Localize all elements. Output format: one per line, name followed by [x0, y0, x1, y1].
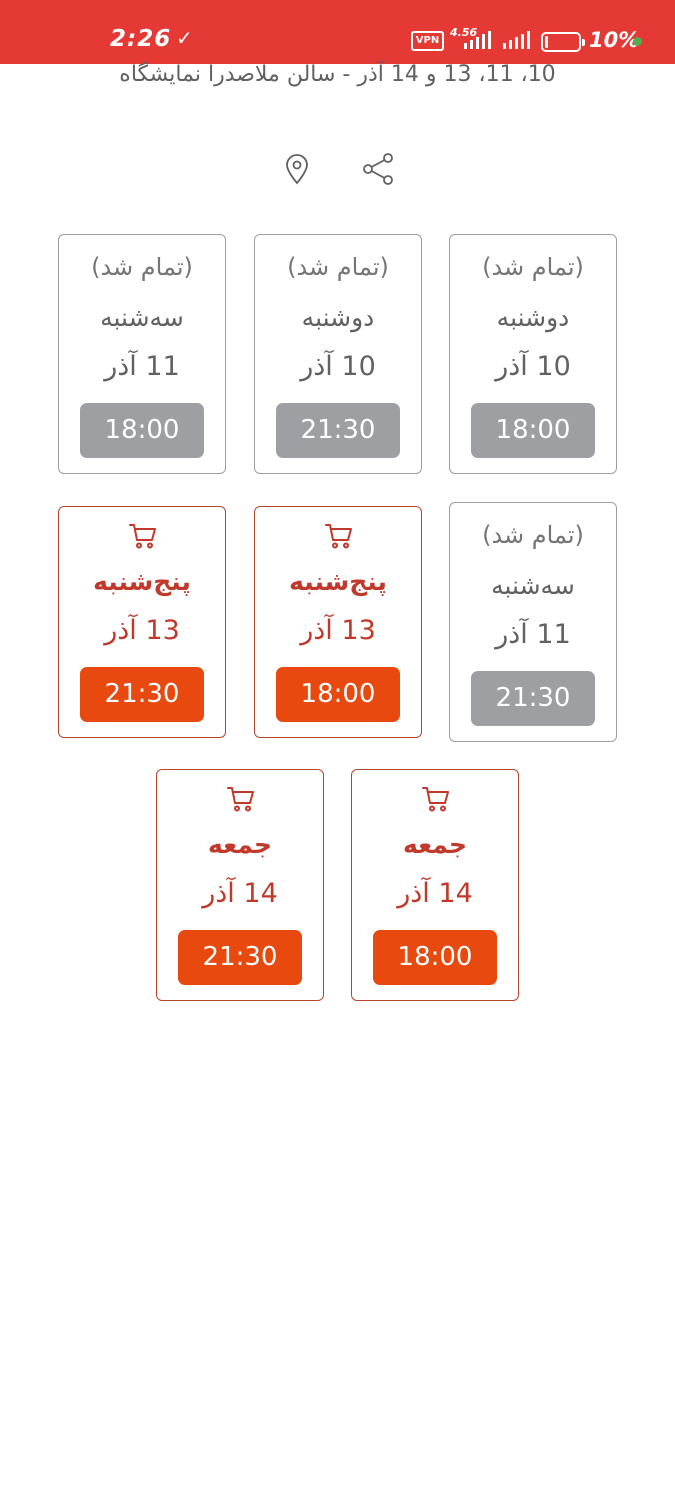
- showtime-day: جمعه: [402, 830, 468, 859]
- location-icon[interactable]: [280, 152, 314, 186]
- showtime-day: سه‌شنبه: [100, 303, 184, 332]
- cart-icon: [324, 521, 354, 551]
- showtime-day: سه‌شنبه: [491, 571, 575, 600]
- sold-out-label: (تمام شد): [482, 253, 584, 281]
- showtime-card[interactable]: جمعه 14 آذر 21:30: [156, 769, 324, 1001]
- showtime-time-button[interactable]: 21:30: [80, 667, 204, 722]
- cart-icon: [128, 521, 158, 551]
- sold-out-label: (تمام شد): [482, 521, 584, 549]
- showtime-date: 13 آذر: [104, 615, 180, 646]
- sold-out-label: (تمام شد): [91, 253, 193, 281]
- showtime-day: جمعه: [207, 830, 273, 859]
- showtime-date: 13 آذر: [300, 615, 376, 646]
- showtime-time-button[interactable]: 18:00: [373, 930, 497, 985]
- share-icon[interactable]: [361, 152, 395, 186]
- showtime-card: (تمام شد) سه‌شنبه 11 آذر 21:30: [449, 502, 617, 742]
- showtime-card: (تمام شد) سه‌شنبه 11 آذر 18:00: [58, 234, 226, 474]
- showtime-time-button: 21:30: [276, 403, 400, 458]
- signal-icon: [503, 31, 530, 49]
- signal-icon: [464, 31, 491, 49]
- showtime-day: دوشنبه: [496, 303, 570, 332]
- showtime-date: 10 آذر: [300, 351, 376, 382]
- dot-indicator: [633, 37, 642, 46]
- cart-icon: [226, 784, 256, 814]
- showtime-date: 10 آذر: [495, 351, 571, 382]
- status-bar: 2:26 ✓ VPN 4.56 10%: [0, 0, 675, 64]
- showtime-date: 11 آذر: [495, 619, 571, 650]
- sold-out-label: (تمام شد): [287, 253, 389, 281]
- showtime-card: (تمام شد) دوشنبه 10 آذر 18:00: [449, 234, 617, 474]
- showtime-date: 14 آذر: [397, 878, 473, 909]
- battery-level: 10%: [589, 28, 640, 52]
- cart-icon: [421, 784, 451, 814]
- showtime-card: (تمام شد) دوشنبه 10 آذر 21:30: [254, 234, 422, 474]
- vpn-icon: VPN: [411, 31, 444, 51]
- showtime-time-button[interactable]: 21:30: [178, 930, 302, 985]
- notification-icon: ✓: [176, 26, 193, 50]
- showtime-card[interactable]: پنج‌شنبه 13 آذر 21:30: [58, 506, 226, 738]
- showtime-day: پنج‌شنبه: [289, 567, 387, 596]
- battery-fill: [545, 36, 548, 48]
- showtime-card[interactable]: پنج‌شنبه 13 آذر 18:00: [254, 506, 422, 738]
- showtime-date: 11 آذر: [104, 351, 180, 382]
- showtime-day: دوشنبه: [301, 303, 375, 332]
- event-subtitle: 10، 11، 13 و 14 آذر - سالن ملاصدرا نمایش…: [119, 62, 556, 87]
- battery-icon: [541, 32, 585, 52]
- showtime-time-button: 18:00: [471, 403, 595, 458]
- status-time: 2:26: [110, 26, 172, 52]
- showtime-date: 14 آذر: [202, 878, 278, 909]
- showtime-day: پنج‌شنبه: [93, 567, 191, 596]
- showtime-time-button: 21:30: [471, 671, 595, 726]
- showtime-card[interactable]: جمعه 14 آذر 18:00: [351, 769, 519, 1001]
- showtime-time-button[interactable]: 18:00: [276, 667, 400, 722]
- showtime-time-button: 18:00: [80, 403, 204, 458]
